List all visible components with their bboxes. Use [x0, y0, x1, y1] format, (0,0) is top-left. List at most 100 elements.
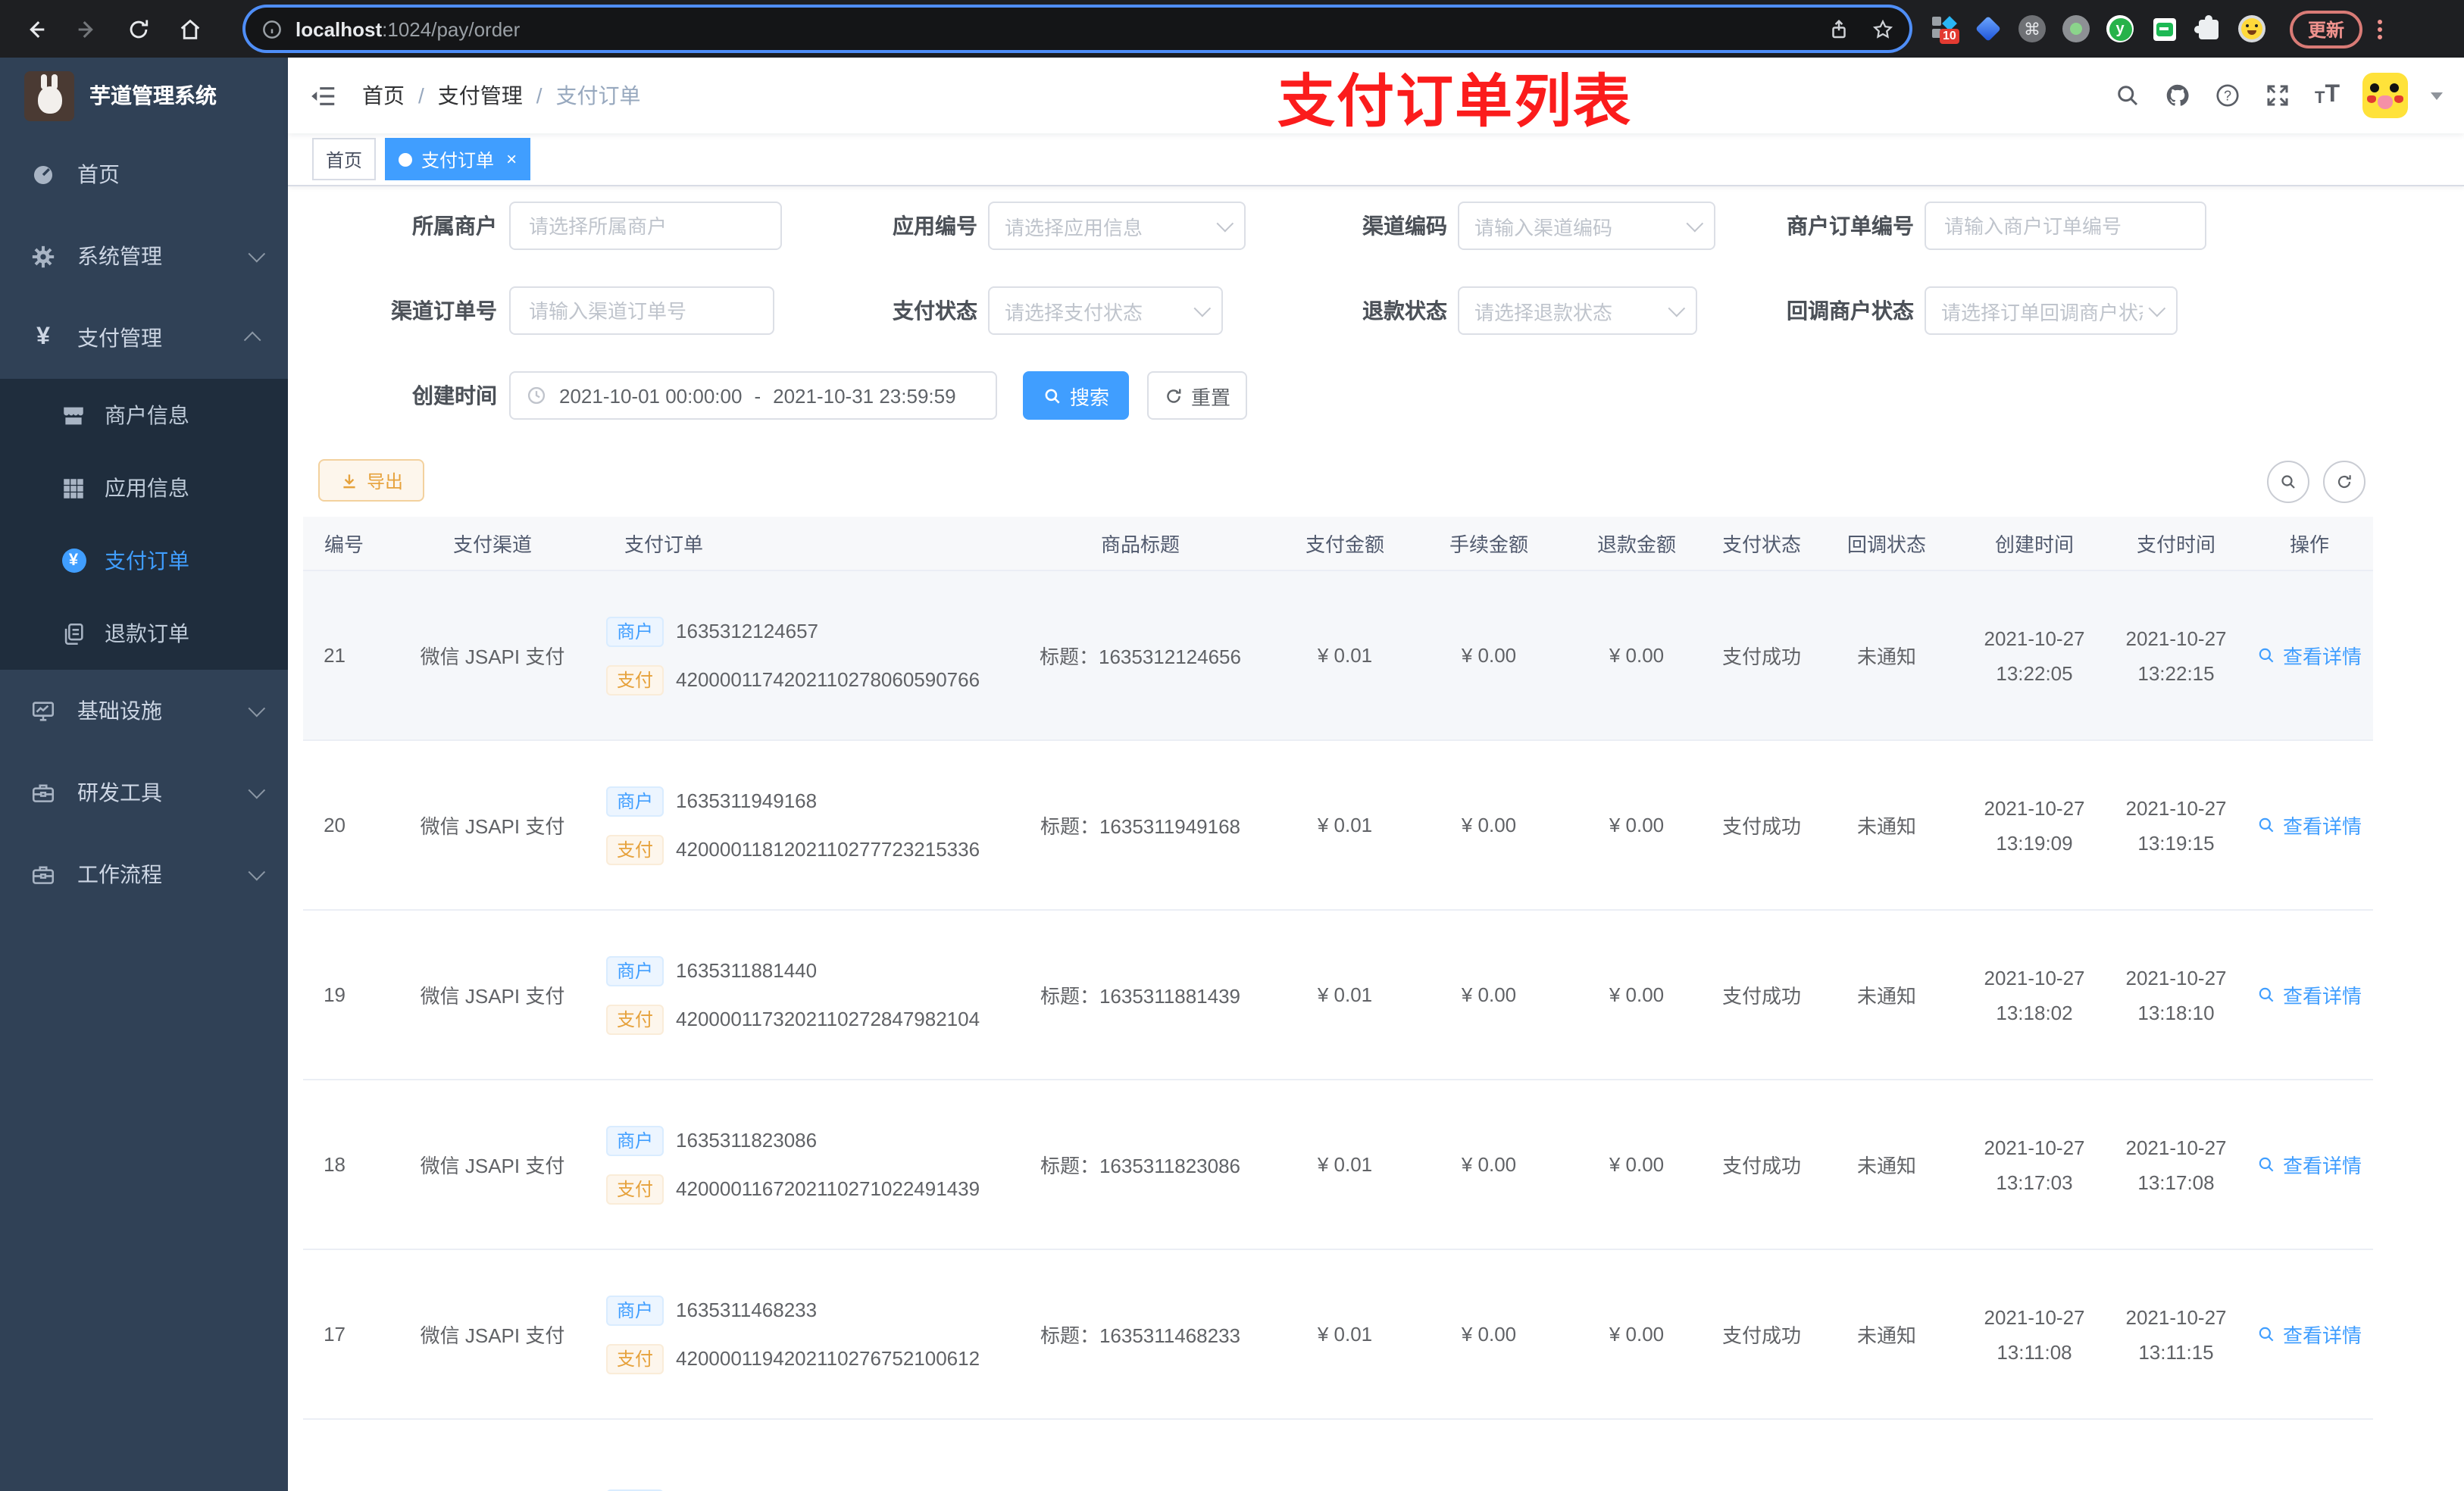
clock-icon	[527, 386, 546, 405]
channel-order-field[interactable]	[509, 286, 774, 335]
sidebar-item-devtools[interactable]: 研发工具	[0, 752, 288, 833]
fullscreen-icon[interactable]	[2265, 82, 2292, 109]
col-pay-time[interactable]: 支付时间	[2106, 529, 2246, 558]
table-row[interactable]: 17 微信 JSAPI 支付 商户 1635311468233 支付 4200001…	[303, 1250, 2373, 1420]
cell-title: 标题：1635311881439	[1040, 985, 1241, 1008]
cell-pay-time: 2021-10-27 13:22:15	[2125, 627, 2227, 684]
col-create-time[interactable]: 创建时间	[1962, 529, 2106, 558]
puzzle-extension-icon[interactable]	[2194, 14, 2222, 42]
channel-code-select[interactable]: 请输入渠道编码	[1458, 202, 1715, 250]
view-detail-link[interactable]: 查看详情	[2257, 1150, 2362, 1179]
app-select[interactable]: 请选择应用信息	[988, 202, 1246, 250]
pay-no: 4200001194202110276752100612	[676, 1347, 980, 1370]
command-extension-icon[interactable]: ⌘	[2018, 15, 2046, 42]
y-extension-icon[interactable]: y	[2106, 15, 2134, 42]
table-row[interactable]: 19 微信 JSAPI 支付 商户 1635311881440 支付 4200001…	[303, 911, 2373, 1080]
merchant-select[interactable]	[509, 202, 782, 250]
browser-update-button[interactable]: 更新	[2290, 10, 2363, 48]
filter-label-app: 应用编号	[893, 214, 977, 238]
merchant-tag: 商户	[606, 955, 664, 986]
sidebar-item-app-info[interactable]: 应用信息	[0, 452, 288, 524]
sidebar-item-pay-order[interactable]: ¥ 支付订单	[0, 524, 288, 597]
url-bar[interactable]: localhost:1024/pay/order	[245, 8, 1909, 50]
sidebar-item-refund-order[interactable]: 退款订单	[0, 597, 288, 670]
col-refund[interactable]: 退款金额	[1561, 529, 1712, 558]
search-icon[interactable]	[2115, 82, 2142, 109]
cell-refund: ¥ 0.00	[1609, 983, 1665, 1006]
emoji-extension-icon[interactable]	[2238, 15, 2265, 42]
merchant-order-field[interactable]	[1925, 202, 2206, 250]
gem-extension-icon[interactable]	[1975, 15, 2002, 42]
browser-menu-icon[interactable]	[2378, 19, 2383, 39]
breadcrumb-level1[interactable]: 支付管理	[438, 80, 523, 111]
cell-title: 标题：1635311468233	[1040, 1324, 1241, 1347]
sidebar-item-infra[interactable]: 基础设施	[0, 670, 288, 752]
pay-status-select[interactable]: 请选择支付状态	[988, 286, 1223, 335]
avatar[interactable]	[2362, 73, 2408, 118]
forward-icon[interactable]	[61, 16, 112, 42]
col-fee[interactable]: 手续金额	[1417, 529, 1561, 558]
col-id[interactable]: 编号	[303, 529, 379, 558]
cell-channel: 微信 JSAPI 支付	[420, 645, 565, 668]
font-size-icon[interactable]: TT	[2315, 83, 2340, 108]
table-row-partial[interactable]: 商户1635311315796	[303, 1420, 2373, 1491]
merchant-order-input[interactable]	[1941, 213, 2190, 239]
view-detail-link[interactable]: 查看详情	[2257, 980, 2362, 1009]
col-channel[interactable]: 支付渠道	[379, 529, 606, 558]
sidebar-logo[interactable]: 芋道管理系统	[0, 58, 288, 133]
sidebar-item-workflow[interactable]: 工作流程	[0, 833, 288, 915]
refresh-table-button[interactable]	[2323, 461, 2366, 503]
page-content: 所属商户 应用编号 请选择应用信息 渠道编码 请输入渠道编码 商户订单编号	[288, 186, 2464, 1491]
col-title[interactable]: 商品标题	[1008, 529, 1273, 558]
toggle-search-button[interactable]	[2267, 461, 2309, 503]
cell-fee: ¥ 0.00	[1461, 1323, 1517, 1346]
tab-home[interactable]: 首页	[312, 138, 377, 180]
app-select-placeholder: 请选择应用信息	[1005, 216, 1143, 239]
table-row[interactable]: 18 微信 JSAPI 支付 商户 1635311823086 支付 4200001…	[303, 1080, 2373, 1250]
merchant-input[interactable]	[526, 213, 765, 239]
breadcrumb-home[interactable]: 首页	[362, 80, 405, 111]
sidebar-item-home[interactable]: 首页	[0, 133, 288, 215]
navbar-actions: ? TT	[2115, 73, 2464, 118]
view-detail-link[interactable]: 查看详情	[2257, 811, 2362, 839]
help-icon[interactable]: ?	[2215, 82, 2242, 109]
export-button[interactable]: 导出	[318, 459, 424, 502]
callback-status-select[interactable]: 请选择订单回调商户状态	[1925, 286, 2178, 335]
sidebar-item-system[interactable]: 系统管理	[0, 215, 288, 297]
cell-notify-status: 未通知	[1856, 1324, 1916, 1347]
col-amount[interactable]: 支付金额	[1273, 529, 1417, 558]
filter-label-pay-status: 支付状态	[893, 299, 977, 323]
channel-order-input[interactable]	[526, 298, 758, 324]
sidebar-item-payment[interactable]: ¥ 支付管理	[0, 297, 288, 379]
sidebar-collapse-icon[interactable]	[309, 81, 338, 110]
chat-extension-icon[interactable]	[2150, 15, 2178, 42]
refund-status-select[interactable]: 请选择退款状态	[1458, 286, 1697, 335]
date-range-picker[interactable]: 2021-10-01 00:00:00 - 2021-10-31 23:59:5…	[509, 371, 997, 420]
info-icon[interactable]	[261, 17, 283, 40]
home-icon[interactable]	[164, 16, 215, 42]
search-button[interactable]: 搜索	[1023, 371, 1129, 420]
grid-extension-icon[interactable]: 10	[1931, 15, 1959, 44]
col-notify-status[interactable]: 回调状态	[1811, 529, 1962, 558]
dropdown-caret-icon[interactable]	[2431, 92, 2443, 99]
reload-icon[interactable]	[112, 16, 164, 42]
view-detail-link[interactable]: 查看详情	[2257, 1320, 2362, 1349]
bookmark-star-icon[interactable]	[1871, 17, 1894, 40]
top-navbar: 首页 / 支付管理 / 支付订单 支付订单列表 ? T T	[288, 58, 2464, 134]
github-icon[interactable]	[2165, 82, 2192, 109]
tab-pay-order[interactable]: 支付订单 ×	[385, 138, 531, 180]
table-row[interactable]: 21 微信 JSAPI 支付 商户 1635312124657 支付 4200001…	[303, 571, 2373, 741]
reset-button[interactable]: 重置	[1147, 371, 1247, 420]
col-pay-status[interactable]: 支付状态	[1712, 529, 1811, 558]
table-row[interactable]: 20 微信 JSAPI 支付 商户 1635311949168 支付 4200001…	[303, 741, 2373, 911]
recorder-extension-icon[interactable]	[2062, 15, 2090, 42]
breadcrumb-separator: /	[536, 83, 543, 108]
sidebar-item-merchant-info[interactable]: 商户信息	[0, 379, 288, 452]
share-icon[interactable]	[1828, 17, 1850, 40]
col-actions[interactable]: 操作	[2246, 529, 2373, 558]
cell-fee: ¥ 0.00	[1461, 814, 1517, 836]
back-icon[interactable]	[9, 16, 61, 42]
view-detail-link[interactable]: 查看详情	[2257, 641, 2362, 670]
close-icon[interactable]: ×	[506, 150, 517, 168]
col-pay-order[interactable]: 支付订单	[606, 529, 1008, 558]
